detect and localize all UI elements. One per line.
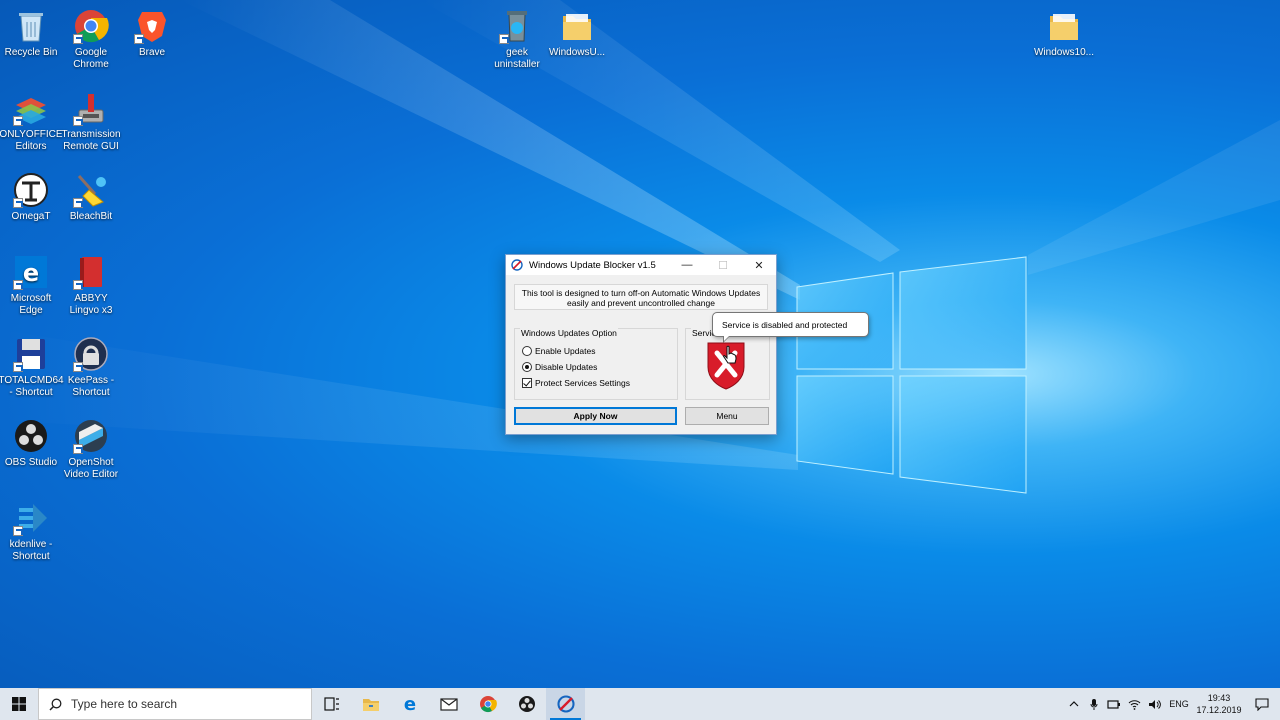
service-status-tooltip: Service is disabled and protected [712, 312, 869, 343]
desktop-icon-obs-studio[interactable]: OBS Studio [0, 418, 62, 469]
search-placeholder: Type here to search [71, 697, 178, 711]
taskbar-search-box[interactable]: Type here to search [38, 688, 312, 720]
windows-logo-wallpaper [796, 256, 1027, 494]
apply-now-button[interactable]: Apply Now [514, 407, 677, 425]
bleachbit-icon [73, 172, 109, 208]
omegat-icon [13, 172, 49, 208]
taskbar-edge[interactable]: e [390, 688, 429, 720]
desktop-icon-keepass[interactable]: KeePass - Shortcut [60, 336, 122, 399]
update-blocker-app-icon [511, 259, 523, 271]
notification-icon [1255, 697, 1269, 711]
system-tray: ENG 19:43 17.12.2019 [1064, 688, 1280, 720]
transmission-icon [73, 90, 109, 126]
search-icon [49, 698, 62, 711]
dialog-title-bar[interactable]: Windows Update Blocker v1.5 — ☐ ✕ [506, 255, 776, 275]
keepass-icon [73, 336, 109, 372]
geek-uninstaller-icon [499, 8, 535, 44]
action-center-button[interactable] [1244, 688, 1280, 720]
windows-updates-option-group: Windows Updates Option Enable Updates Di… [514, 328, 678, 400]
update-blocker-app-icon [556, 695, 575, 713]
maximize-button: ☐ [705, 255, 741, 275]
openshot-icon [73, 418, 109, 454]
radio-indicator [522, 346, 532, 356]
desktop-icon-totalcmd[interactable]: TOTALCMD64 - Shortcut [0, 336, 64, 399]
desktop-icon-omegat[interactable]: OmegaT [0, 172, 62, 223]
folder-icon [1046, 8, 1082, 44]
file-explorer-icon [362, 698, 379, 711]
taskbar-obs[interactable] [507, 688, 546, 720]
tray-network[interactable] [1124, 688, 1144, 720]
desktop-icon-brave[interactable]: Brave [121, 8, 183, 59]
windows-update-blocker-dialog: Windows Update Blocker v1.5 — ☐ ✕ This t… [505, 254, 777, 435]
protect-services-checkbox[interactable]: Protect Services Settings [522, 378, 630, 388]
obs-icon [518, 696, 535, 712]
checkbox-indicator [522, 378, 532, 388]
chevron-up-icon [1069, 701, 1079, 707]
brave-icon [134, 8, 170, 44]
taskbar-mail[interactable] [429, 688, 468, 720]
desktop-icon-windows10-folder[interactable]: Windows10... [1033, 8, 1095, 59]
minimize-button[interactable]: — [669, 255, 705, 275]
menu-button[interactable]: Menu [685, 407, 769, 425]
desktop-icon-abbyy-lingvo[interactable]: ABBYY Lingvo x3 [60, 254, 122, 317]
microphone-icon [1090, 698, 1098, 710]
chrome-icon [479, 696, 497, 713]
mail-icon [439, 697, 458, 711]
close-button[interactable]: ✕ [741, 255, 777, 275]
clock-date: 17.12.2019 [1196, 705, 1242, 715]
disable-updates-radio[interactable]: Disable Updates [522, 362, 597, 372]
tray-device[interactable] [1104, 688, 1124, 720]
tray-volume[interactable] [1144, 688, 1164, 720]
kdenlive-icon [13, 500, 49, 536]
hand-cursor-icon [723, 345, 737, 364]
radio-indicator-selected [522, 362, 532, 372]
wifi-icon [1128, 699, 1140, 710]
desktop-icon-geek-uninstaller[interactable]: geek uninstaller [486, 8, 548, 71]
device-icon [1107, 700, 1120, 709]
desktop-icon-windowsu-folder[interactable]: WindowsU... [546, 8, 608, 59]
desktop-icon-microsoft-edge[interactable]: e Microsoft Edge [0, 254, 62, 317]
speaker-icon [1148, 699, 1161, 709]
onlyoffice-icon [13, 90, 49, 126]
desktop-icon-recycle-bin[interactable]: Recycle Bin [0, 8, 62, 59]
svg-text:e: e [403, 695, 415, 713]
taskbar-chrome[interactable] [468, 688, 507, 720]
tray-microphone[interactable] [1084, 688, 1104, 720]
desktop-icon-google-chrome[interactable]: Google Chrome [60, 8, 122, 71]
windows-start-icon [12, 697, 26, 711]
minimize-icon: — [681, 259, 693, 271]
obs-icon [13, 418, 49, 454]
clock-time: 19:43 [1207, 693, 1231, 703]
taskbar: Type here to search e ENG 19:43 17.12.20… [0, 688, 1280, 720]
taskbar-file-explorer[interactable] [351, 688, 390, 720]
taskbar-clock[interactable]: 19:43 17.12.2019 [1194, 692, 1244, 716]
desktop-icon-onlyoffice[interactable]: ONLYOFFICE Editors [0, 90, 63, 153]
tray-overflow-button[interactable] [1064, 688, 1084, 720]
abbyy-icon [73, 254, 109, 290]
start-button[interactable] [0, 688, 38, 720]
taskbar-update-blocker[interactable] [546, 688, 585, 720]
enable-updates-radio[interactable]: Enable Updates [522, 346, 596, 356]
options-group-label: Windows Updates Option [520, 328, 618, 338]
maximize-icon: ☐ [718, 259, 728, 272]
close-icon: ✕ [754, 259, 764, 272]
language-indicator[interactable]: ENG [1164, 699, 1194, 709]
totalcmd-icon [13, 336, 49, 372]
recycle-bin-icon [13, 8, 49, 44]
chrome-icon [73, 8, 109, 44]
dialog-title: Windows Update Blocker v1.5 [529, 259, 656, 271]
desktop-icon-transmission[interactable]: Transmission Remote GUI [60, 90, 122, 153]
task-view-icon [323, 697, 339, 711]
desktop-icon-openshot[interactable]: OpenShot Video Editor [60, 418, 122, 481]
task-view-button[interactable] [312, 688, 351, 720]
edge-icon: e [403, 695, 415, 713]
svg-text:e: e [23, 259, 39, 287]
desktop-icon-bleachbit[interactable]: BleachBit [60, 172, 122, 223]
desktop-icon-kdenlive[interactable]: kdenlive - Shortcut [0, 500, 62, 563]
dialog-description: This tool is designed to turn off-on Aut… [514, 284, 768, 310]
folder-icon [559, 8, 595, 44]
edge-icon: e [13, 254, 49, 290]
